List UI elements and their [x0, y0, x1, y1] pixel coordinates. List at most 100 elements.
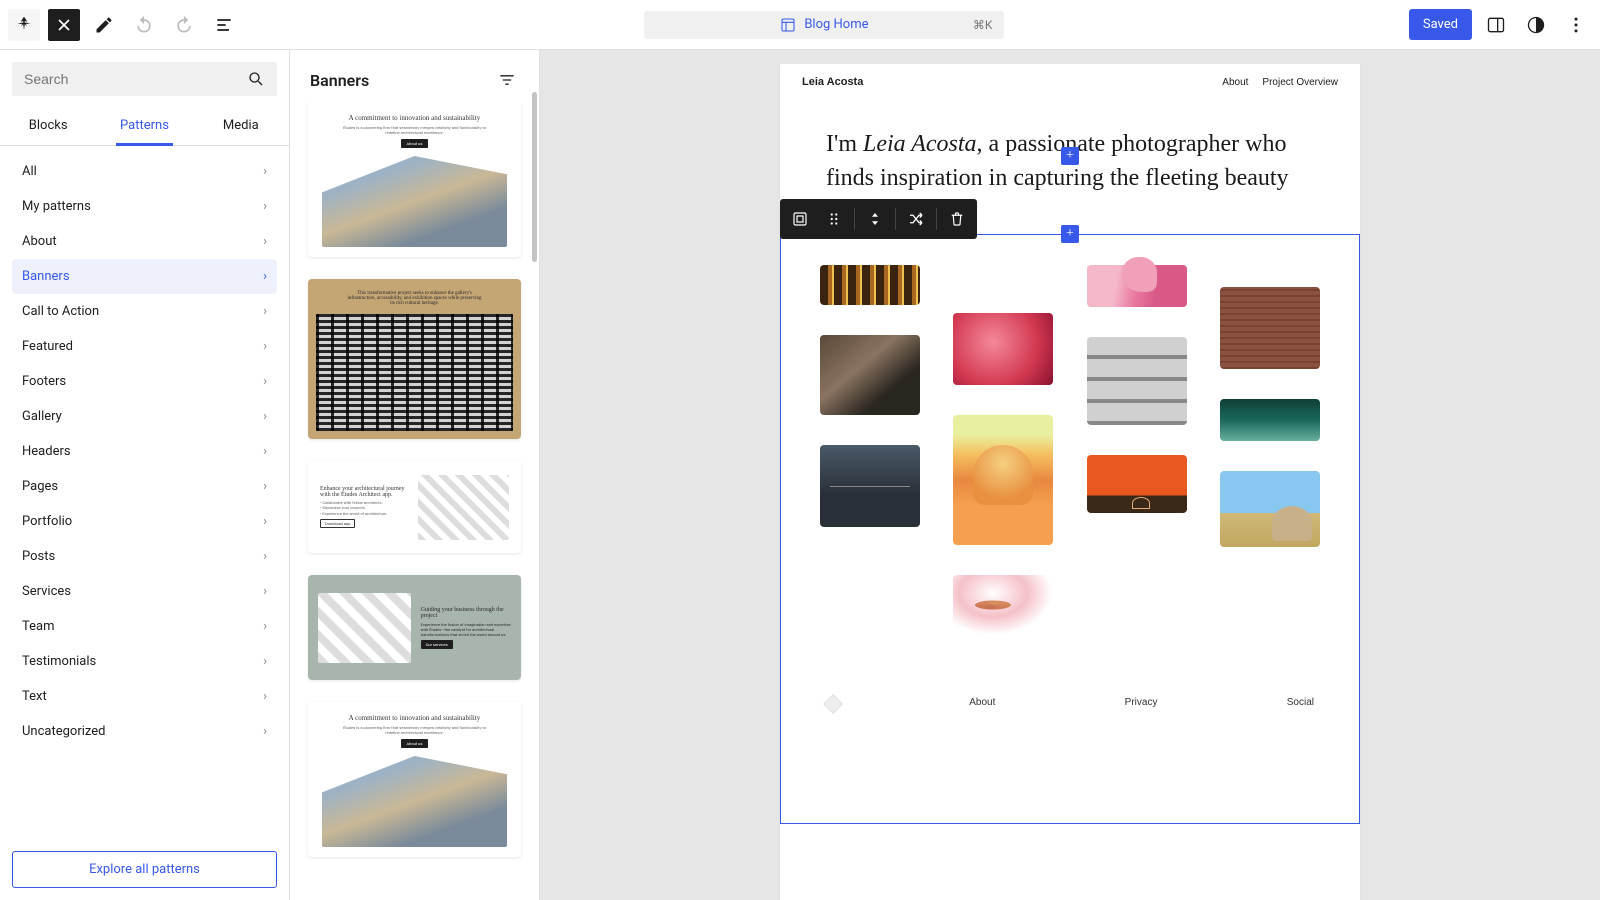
gallery-column: [1220, 265, 1320, 635]
chevron-right-icon: ›: [263, 619, 267, 634]
pattern-preview[interactable]: Guiding your business through the projec…: [308, 575, 521, 680]
explore-all-patterns-button[interactable]: Explore all patterns: [12, 851, 277, 888]
pattern-image: [418, 475, 509, 540]
category-item-testimonials[interactable]: Testimonials›: [12, 644, 277, 679]
gallery-image[interactable]: [820, 445, 920, 527]
pattern-preview[interactable]: A commitment to innovation and sustainab…: [308, 702, 521, 857]
category-item-my-patterns[interactable]: My patterns›: [12, 189, 277, 224]
site-header[interactable]: Leia Acosta About Project Overview: [780, 64, 1360, 100]
close-inserter-button[interactable]: [48, 9, 80, 41]
nav-link-about[interactable]: About: [1222, 77, 1248, 88]
category-item-portfolio[interactable]: Portfolio›: [12, 504, 277, 539]
footer-link-about[interactable]: About: [969, 697, 995, 711]
list-icon: [214, 15, 234, 35]
undo-button[interactable]: [128, 9, 160, 41]
category-item-team[interactable]: Team›: [12, 609, 277, 644]
chevron-right-icon: ›: [263, 479, 267, 494]
page-frame[interactable]: Leia Acosta About Project Overview I'm L…: [780, 64, 1360, 900]
gallery-image[interactable]: [953, 415, 1053, 545]
scrollbar-thumb[interactable]: [532, 92, 537, 262]
document-title-button[interactable]: Blog Home ⌘K: [644, 11, 1004, 39]
template-icon: [780, 17, 796, 33]
gallery-image[interactable]: [1087, 265, 1187, 307]
chevron-right-icon: ›: [263, 654, 267, 669]
pattern-preview[interactable]: A commitment to innovation and sustainab…: [308, 102, 521, 257]
chevron-right-icon: ›: [263, 724, 267, 739]
sidebar-icon: [1486, 15, 1506, 35]
gallery-image[interactable]: [1220, 399, 1320, 441]
top-toolbar: Blog Home ⌘K Saved: [0, 0, 1600, 50]
block-toolbar: [780, 199, 977, 239]
category-item-text[interactable]: Text›: [12, 679, 277, 714]
settings-sidebar-button[interactable]: [1480, 9, 1512, 41]
pattern-image: [316, 314, 513, 431]
category-item-footers[interactable]: Footers›: [12, 364, 277, 399]
tab-blocks[interactable]: Blocks: [0, 108, 96, 145]
block-type-button[interactable]: [784, 203, 816, 235]
search-icon: [247, 70, 265, 88]
inserter-tabs: Blocks Patterns Media: [0, 108, 289, 146]
pattern-preview[interactable]: Enhance your architectural journey with …: [308, 461, 521, 553]
category-item-pages[interactable]: Pages›: [12, 469, 277, 504]
gallery-image[interactable]: [1220, 287, 1320, 369]
category-item-featured[interactable]: Featured›: [12, 329, 277, 364]
gallery-image[interactable]: [820, 265, 920, 305]
gallery-block[interactable]: [780, 265, 1360, 685]
keyboard-shortcut: ⌘K: [973, 18, 993, 32]
insert-block-button[interactable]: +: [1061, 147, 1079, 165]
search-input[interactable]: [24, 71, 247, 87]
insert-block-before-button[interactable]: +: [1061, 225, 1079, 243]
site-title[interactable]: Leia Acosta: [802, 76, 863, 88]
delete-button[interactable]: [941, 203, 973, 235]
gallery-image[interactable]: [1087, 337, 1187, 425]
drag-handle[interactable]: [818, 203, 850, 235]
site-logo-button[interactable]: [8, 9, 40, 41]
chevron-right-icon: ›: [263, 199, 267, 214]
gallery-image[interactable]: [1220, 471, 1320, 547]
tab-patterns[interactable]: Patterns: [96, 108, 192, 145]
category-item-headers[interactable]: Headers›: [12, 434, 277, 469]
category-item-uncategorized[interactable]: Uncategorized›: [12, 714, 277, 749]
gallery-column: [953, 265, 1053, 635]
gallery-image[interactable]: [1087, 455, 1187, 513]
options-button[interactable]: [1560, 9, 1592, 41]
category-item-call-to-action[interactable]: Call to Action›: [12, 294, 277, 329]
site-nav: About Project Overview: [1222, 77, 1338, 88]
redo-button[interactable]: [168, 9, 200, 41]
chevron-right-icon: ›: [263, 584, 267, 599]
chevron-right-icon: ›: [263, 234, 267, 249]
nav-link-project-overview[interactable]: Project Overview: [1262, 77, 1338, 88]
pattern-preview[interactable]: This transformative project seeks to enh…: [308, 279, 521, 439]
footer-link-social[interactable]: Social: [1287, 697, 1314, 711]
editor-canvas[interactable]: Leia Acosta About Project Overview I'm L…: [540, 50, 1600, 900]
styles-button[interactable]: [1520, 9, 1552, 41]
category-item-about[interactable]: About›: [12, 224, 277, 259]
footer-link-privacy[interactable]: Privacy: [1125, 697, 1158, 711]
group-icon: [791, 210, 809, 228]
category-item-posts[interactable]: Posts›: [12, 539, 277, 574]
shuffle-button[interactable]: [900, 203, 932, 235]
gallery-image[interactable]: [820, 335, 920, 415]
tab-media[interactable]: Media: [193, 108, 289, 145]
gallery-image[interactable]: [953, 313, 1053, 385]
gallery-column: [1087, 265, 1187, 635]
patterns-panel: Banners A commitment to innovation and s…: [290, 50, 540, 900]
contrast-icon: [1526, 15, 1546, 35]
category-item-banners[interactable]: Banners›: [12, 259, 277, 294]
site-footer[interactable]: About Privacy Social: [780, 685, 1360, 711]
edit-tool-button[interactable]: [88, 9, 120, 41]
category-item-all[interactable]: All›: [12, 154, 277, 189]
filter-button[interactable]: [495, 68, 519, 92]
scrollbar[interactable]: [532, 92, 537, 262]
search-field[interactable]: [12, 62, 277, 96]
chevron-right-icon: ›: [263, 339, 267, 354]
more-vertical-icon: [1566, 15, 1586, 35]
pattern-category-list: All› My patterns› About› Banners› Call t…: [0, 146, 289, 839]
category-item-services[interactable]: Services›: [12, 574, 277, 609]
document-overview-button[interactable]: [208, 9, 240, 41]
gallery-image[interactable]: [953, 575, 1053, 635]
move-up-down-button[interactable]: [859, 203, 891, 235]
chevron-right-icon: ›: [263, 514, 267, 529]
category-item-gallery[interactable]: Gallery›: [12, 399, 277, 434]
save-button[interactable]: Saved: [1409, 9, 1472, 40]
